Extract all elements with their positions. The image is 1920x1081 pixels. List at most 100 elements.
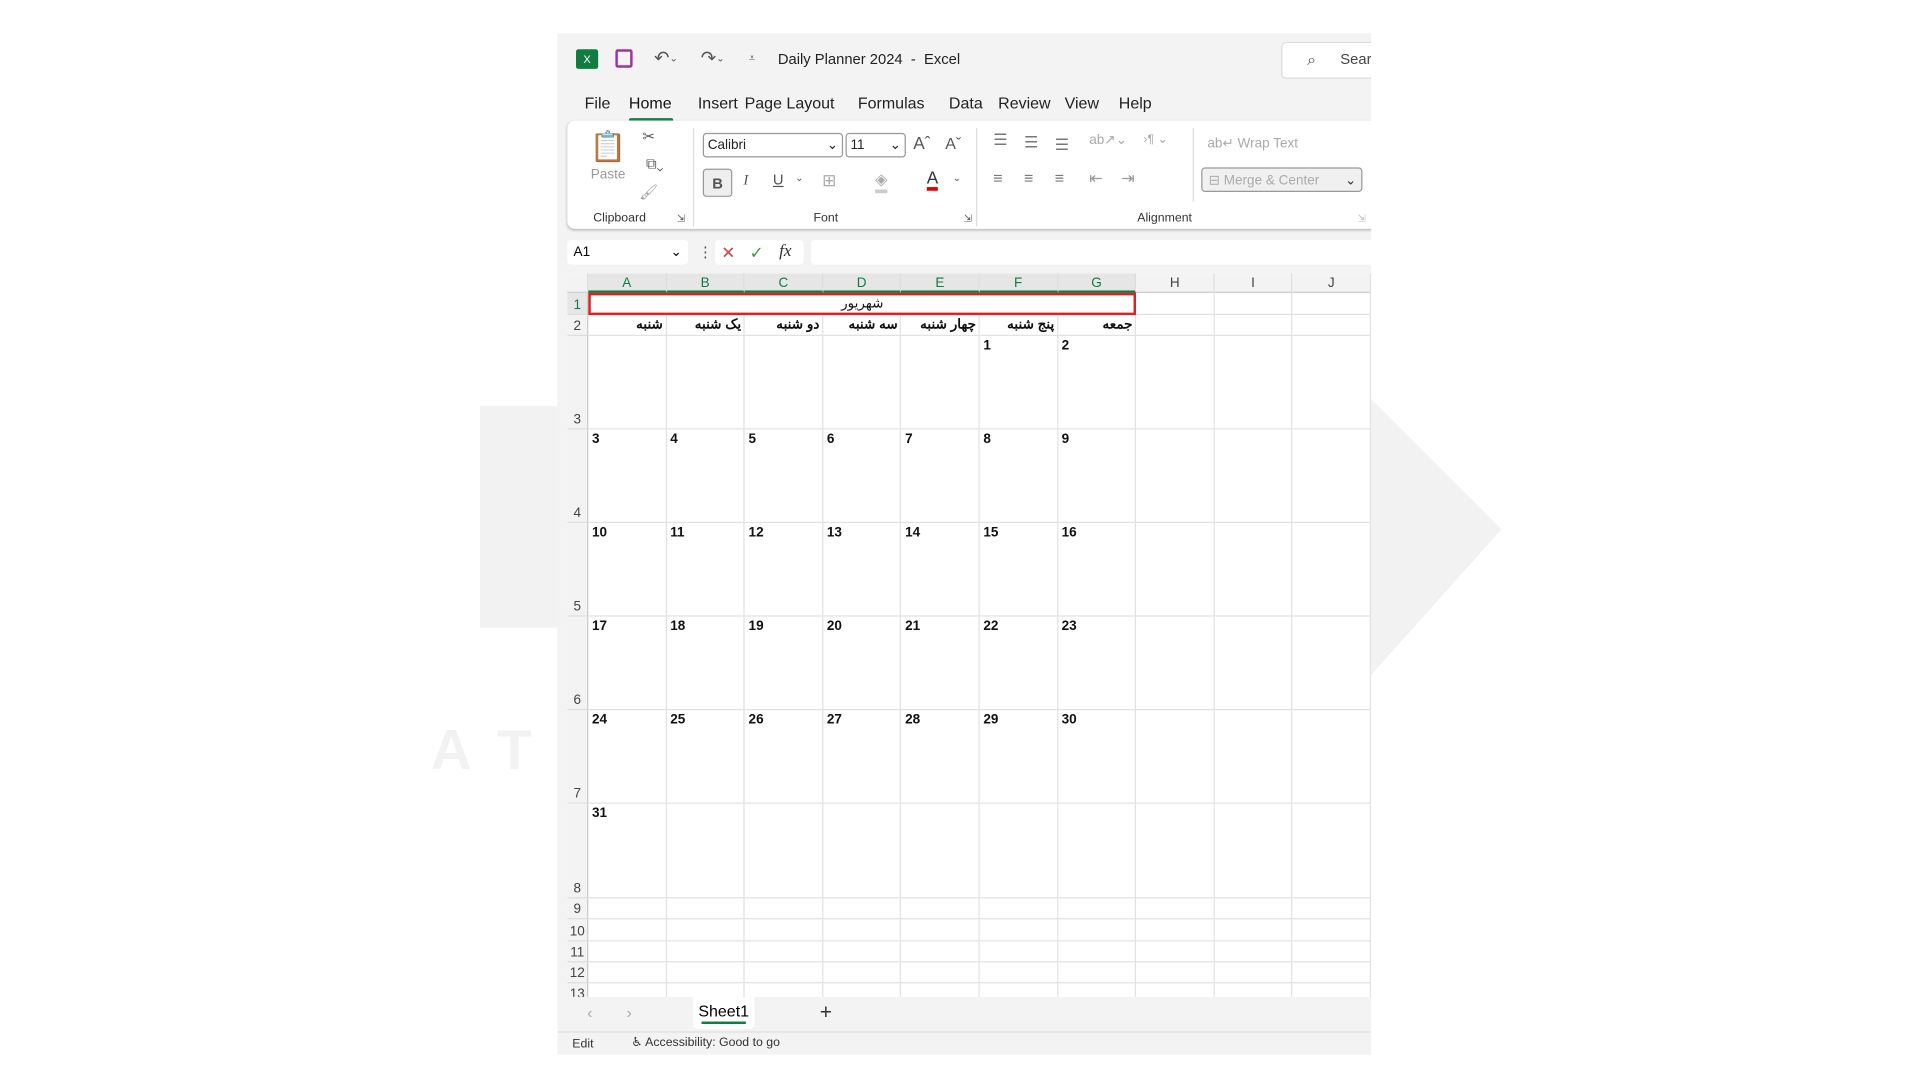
cell-E6[interactable]: 21 (901, 616, 980, 711)
cell-J4[interactable] (1292, 429, 1372, 524)
select-all-corner[interactable] (567, 273, 589, 293)
borders-icon[interactable]: ⊞ (822, 170, 836, 191)
redo-icon[interactable]: ↷ ⌄ (695, 46, 729, 71)
align-bottom-icon[interactable]: ☰ (1055, 135, 1069, 155)
add-sheet-icon[interactable]: + (820, 1001, 832, 1026)
row-header-9[interactable]: 9 (567, 898, 589, 920)
cell-A13[interactable] (588, 983, 667, 997)
cell-C11[interactable] (744, 941, 824, 963)
cell-D6[interactable]: 20 (823, 616, 902, 711)
column-header-D[interactable]: D (823, 273, 902, 293)
cell-H4[interactable] (1136, 429, 1215, 524)
cell-G9[interactable] (1057, 898, 1137, 920)
cell-J13[interactable] (1293, 983, 1372, 997)
font-color-icon[interactable]: A (926, 167, 939, 191)
cell-I4[interactable] (1214, 429, 1293, 524)
cell-C2[interactable]: دو شنبه (744, 315, 824, 336)
tab-help[interactable]: Help (1119, 94, 1168, 121)
font-launcher-icon[interactable]: ⇲ (964, 213, 972, 224)
cell-C6[interactable]: 19 (744, 616, 824, 711)
cell-C7[interactable]: 26 (744, 710, 824, 804)
cell-C13[interactable] (745, 983, 824, 997)
cell-F5[interactable]: 15 (979, 523, 1058, 617)
cell-G2[interactable]: جمعه (1057, 315, 1137, 336)
cell-B3[interactable] (666, 335, 745, 430)
cell-A4[interactable]: 3 (588, 429, 667, 524)
search-box[interactable]: ⌕ Sear (1281, 41, 1372, 79)
cell-D2[interactable]: سه شنبه (823, 315, 902, 336)
cell-D13[interactable] (823, 983, 902, 997)
row-header-1[interactable]: 1 (567, 292, 589, 316)
cell-H10[interactable] (1136, 919, 1215, 942)
tab-view[interactable]: View (1065, 94, 1119, 121)
cell-F9[interactable] (979, 898, 1058, 920)
cell-I3[interactable] (1214, 335, 1293, 430)
column-header-E[interactable]: E (901, 273, 980, 293)
insert-function-icon[interactable]: fx (779, 242, 791, 262)
cell-D9[interactable] (823, 898, 902, 920)
cell-E5[interactable]: 14 (901, 523, 980, 617)
cell-E8[interactable] (901, 803, 980, 899)
row-header-11[interactable]: 11 (567, 941, 589, 963)
cell-A11[interactable] (588, 941, 667, 963)
cell-B7[interactable]: 25 (666, 710, 745, 804)
tab-page-layout[interactable]: Page Layout (745, 94, 858, 121)
cell-A10[interactable] (588, 919, 667, 942)
cell-G13[interactable] (1058, 983, 1137, 997)
font-color-dropdown-icon[interactable]: ⌄ (953, 172, 961, 183)
cell-F3[interactable]: 1 (979, 335, 1058, 430)
cell-H12[interactable] (1136, 962, 1215, 984)
cell-G6[interactable]: 23 (1057, 616, 1137, 711)
cell-H7[interactable] (1136, 710, 1215, 804)
cell-I2[interactable] (1214, 315, 1293, 336)
cell-D8[interactable] (823, 803, 902, 899)
cell-F4[interactable]: 8 (979, 429, 1058, 524)
align-top-icon[interactable]: ☰ (993, 130, 1007, 150)
column-header-I[interactable]: I (1214, 273, 1293, 293)
cell-B12[interactable] (666, 962, 745, 984)
cell-F6[interactable]: 22 (979, 616, 1058, 711)
row-header-2[interactable]: 2 (567, 315, 589, 336)
cell-H1[interactable] (1136, 292, 1215, 316)
cell-H11[interactable] (1136, 941, 1215, 963)
row-header-12[interactable]: 12 (567, 962, 589, 984)
cell-G10[interactable] (1057, 919, 1137, 942)
cell-H13[interactable] (1136, 983, 1215, 997)
cell-C9[interactable] (744, 898, 824, 920)
font-name-select[interactable]: Calibri ⌄ (702, 132, 844, 158)
cell-J9[interactable] (1292, 898, 1372, 920)
cell-C5[interactable]: 12 (744, 523, 824, 617)
column-header-A[interactable]: A (588, 273, 667, 293)
cell-G11[interactable] (1057, 941, 1137, 963)
cell-H2[interactable] (1136, 315, 1215, 336)
cell-J5[interactable] (1292, 523, 1372, 617)
customize-toolbar-icon[interactable]: ⩡ (745, 48, 760, 68)
cell-G5[interactable]: 16 (1057, 523, 1137, 617)
merge-center-button[interactable]: ⊟ Merge & Center ⌄ (1201, 167, 1363, 192)
cell-G3[interactable]: 2 (1057, 335, 1137, 430)
cell-D5[interactable]: 13 (823, 523, 902, 617)
column-header-F[interactable]: F (979, 273, 1058, 293)
row-header-3[interactable]: 3 (567, 335, 589, 430)
cell-A9[interactable] (588, 898, 667, 920)
cell-D11[interactable] (823, 941, 902, 963)
cell-E9[interactable] (901, 898, 980, 920)
cell-C8[interactable] (744, 803, 824, 899)
bold-button[interactable]: B (702, 168, 733, 197)
cell-D10[interactable] (823, 919, 902, 942)
cell-B10[interactable] (666, 919, 745, 942)
cell-F13[interactable] (980, 983, 1058, 997)
cell-I12[interactable] (1214, 962, 1293, 984)
decrease-font-icon[interactable]: Aˇ (945, 134, 961, 152)
wrap-text-button[interactable]: ab↵ Wrap Text (1207, 135, 1298, 152)
row-header-10[interactable]: 10 (567, 919, 589, 942)
cell-A2[interactable]: شنبه (588, 315, 667, 336)
copy-icon[interactable]: ⧉⌄ (639, 154, 671, 174)
cell-J10[interactable] (1292, 919, 1372, 942)
row-header-6[interactable]: 6 (567, 616, 589, 711)
formula-input[interactable] (811, 239, 1372, 265)
alignment-launcher-icon[interactable]: ⇲ (1358, 213, 1366, 224)
cell-E4[interactable]: 7 (901, 429, 980, 524)
cell-I13[interactable] (1215, 983, 1293, 997)
row-header-5[interactable]: 5 (567, 523, 589, 617)
